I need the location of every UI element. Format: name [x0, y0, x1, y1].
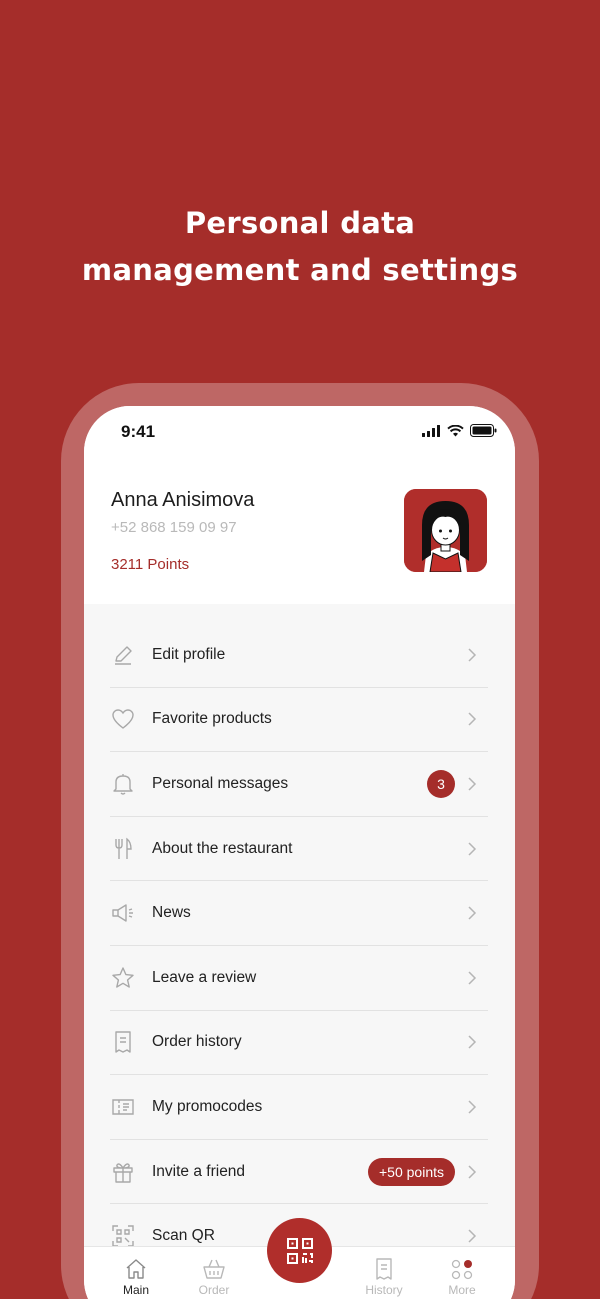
battery-icon	[470, 424, 497, 437]
basket-icon	[203, 1259, 225, 1279]
chevron-right-icon	[468, 1229, 477, 1243]
profile-header: 9:41 Anna Anisimova +52 868 159 09 97 32…	[84, 406, 515, 604]
chevron-right-icon	[468, 1165, 477, 1179]
bell-icon	[110, 771, 136, 797]
avatar[interactable]	[404, 489, 487, 572]
menu-label: About the restaurant	[152, 839, 293, 857]
home-icon	[126, 1259, 146, 1279]
status-icons	[422, 424, 497, 437]
chevron-right-icon	[468, 1035, 477, 1049]
pencil-icon	[110, 642, 136, 668]
chevron-right-icon	[468, 712, 477, 726]
wifi-icon	[447, 424, 464, 436]
chevron-right-icon	[468, 777, 477, 791]
avatar-illustration	[404, 489, 487, 572]
menu-label: My promocodes	[152, 1097, 263, 1115]
chevron-right-icon	[468, 1100, 477, 1114]
star-icon	[110, 965, 136, 991]
menu-label: News	[152, 904, 191, 922]
receipt-icon	[110, 1029, 136, 1055]
menu-item-personal-messages[interactable]: Personal messages 3	[110, 752, 488, 817]
menu-label: Leave a review	[152, 968, 257, 986]
coupon-icon	[110, 1094, 136, 1120]
menu-item-invite-friend[interactable]: Invite a friend +50 points	[110, 1140, 488, 1205]
chevron-right-icon	[468, 906, 477, 920]
headline: Personal data management and settings	[0, 200, 600, 294]
tab-label: More	[448, 1283, 476, 1297]
unread-count-badge: 3	[427, 769, 455, 798]
signal-icon	[422, 424, 440, 437]
menu-item-edit-profile[interactable]: Edit profile	[110, 623, 488, 688]
more-dots-icon	[451, 1259, 473, 1280]
menu-label: Favorite products	[152, 710, 272, 728]
headline-line-2: management and settings	[81, 253, 519, 287]
settings-menu: Edit profile Favorite products Personal …	[110, 623, 488, 1269]
bonus-points-badge: +50 points	[368, 1157, 455, 1186]
tab-more[interactable]: More	[432, 1253, 492, 1297]
tab-main[interactable]: Main	[106, 1253, 166, 1297]
status-time: 9:41	[121, 422, 156, 441]
chevron-right-icon	[468, 648, 477, 662]
menu-label: Edit profile	[152, 645, 226, 663]
headline-line-1: Personal data	[184, 206, 416, 240]
phone-screen: 9:41 Anna Anisimova +52 868 159 09 97 32…	[84, 406, 515, 1299]
user-points[interactable]: 3211 Points	[111, 556, 189, 573]
menu-label: Order history	[152, 1033, 242, 1051]
heart-icon	[110, 706, 136, 732]
user-name: Anna Anisimova	[111, 489, 255, 511]
tab-label: History	[365, 1283, 403, 1297]
qr-scan-button[interactable]	[267, 1218, 332, 1283]
gift-icon	[110, 1159, 136, 1185]
menu-item-leave-review[interactable]: Leave a review	[110, 946, 488, 1011]
tab-label: Order	[198, 1283, 230, 1297]
tab-history[interactable]: History	[354, 1253, 414, 1297]
menu-item-order-history[interactable]: Order history	[110, 1011, 488, 1076]
qr-code-icon	[286, 1237, 313, 1264]
user-phone: +52 868 159 09 97	[111, 519, 237, 536]
megaphone-icon	[110, 900, 136, 926]
fork-knife-icon	[110, 836, 136, 862]
tab-order[interactable]: Order	[184, 1253, 244, 1297]
menu-item-favorite-products[interactable]: Favorite products	[110, 688, 488, 753]
receipt-icon	[376, 1258, 392, 1280]
menu-item-about-restaurant[interactable]: About the restaurant	[110, 817, 488, 882]
menu-item-news[interactable]: News	[110, 881, 488, 946]
tab-label: Main	[122, 1283, 149, 1297]
chevron-right-icon	[468, 971, 477, 985]
menu-item-my-promocodes[interactable]: My promocodes	[110, 1075, 488, 1140]
chevron-right-icon	[468, 842, 477, 856]
